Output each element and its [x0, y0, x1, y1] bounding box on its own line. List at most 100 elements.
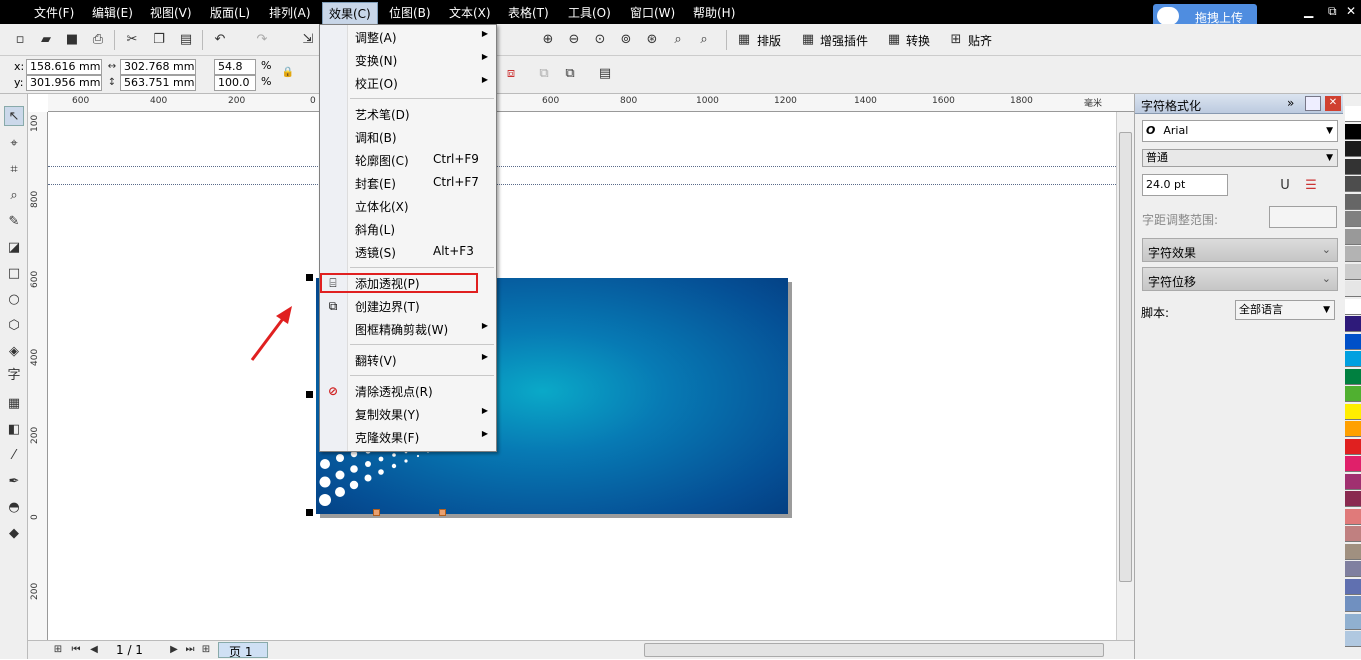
color-swatch[interactable] [1345, 211, 1361, 227]
color-swatch[interactable] [1345, 106, 1361, 122]
color-swatch[interactable] [1345, 316, 1361, 332]
color-swatch[interactable] [1345, 456, 1361, 472]
color-swatch[interactable] [1345, 508, 1361, 525]
selection-handle[interactable] [306, 391, 313, 398]
menu-item-correct[interactable]: 校正(O) ▶ [320, 72, 496, 94]
text-color-icon[interactable]: ☰ [1303, 178, 1319, 194]
color-swatch[interactable] [1345, 281, 1361, 297]
paste-icon[interactable]: ▤ [178, 32, 194, 48]
menu-arrange[interactable]: 排列(A) [269, 4, 311, 21]
ellipse-tool-icon[interactable]: ○ [4, 290, 24, 310]
color-swatch[interactable] [1345, 368, 1361, 385]
scale-width-field[interactable]: 54.8 [214, 59, 256, 75]
height-field[interactable]: 563.751 mm [120, 75, 196, 91]
zoom-height-icon[interactable]: ⌕ [696, 32, 712, 48]
table-tool-icon[interactable]: ▦ [4, 394, 24, 414]
vertical-scrollbar[interactable] [1116, 112, 1134, 640]
font-size-field[interactable]: 24.0 pt [1142, 174, 1228, 196]
color-swatch[interactable] [1345, 473, 1361, 490]
expand-icon[interactable]: » [1287, 96, 1294, 110]
eyedropper-tool-icon[interactable]: ⁄ [4, 446, 24, 466]
zoom-tool-icon[interactable]: ⌕ [4, 186, 24, 206]
color-swatch[interactable] [1345, 543, 1361, 560]
close-docker-icon[interactable]: ✕ [1325, 96, 1341, 111]
cut-icon[interactable]: ✂ [124, 32, 140, 48]
character-effects-section[interactable]: 字符效果 ⌄ [1142, 238, 1338, 262]
menu-item-transform[interactable]: 变换(N) ▶ [320, 49, 496, 71]
menu-edit[interactable]: 编辑(E) [92, 4, 133, 21]
color-swatch[interactable] [1345, 158, 1361, 175]
menu-text[interactable]: 文本(X) [449, 4, 491, 21]
new-file-icon[interactable]: ▫ [12, 32, 28, 48]
font-style-dropdown[interactable]: 普通 ▼ [1142, 149, 1338, 167]
undo-icon[interactable]: ↶ [212, 32, 228, 48]
add-page-icon[interactable]: ⊞ [50, 642, 66, 658]
guideline[interactable] [48, 184, 1116, 185]
color-swatch[interactable] [1345, 631, 1361, 647]
zoom-width-icon[interactable]: ⌕ [670, 32, 686, 48]
color-swatch[interactable] [1345, 351, 1361, 367]
menu-view[interactable]: 视图(V) [150, 4, 192, 21]
menu-item-clear-perspective[interactable]: ⊘ 清除透视点(R) [320, 380, 496, 402]
scale-height-field[interactable]: 100.0 [214, 75, 256, 91]
break-apart-icon[interactable]: ⧈ [503, 66, 519, 82]
combine-icon[interactable]: ⧉ [536, 66, 552, 82]
menu-effects[interactable]: 效果(C) [322, 2, 378, 25]
color-swatch[interactable] [1345, 141, 1361, 157]
selection-handle[interactable] [306, 509, 313, 516]
minimize-icon[interactable]: ▁ [1304, 4, 1313, 18]
import-icon[interactable]: ⇲ [300, 32, 316, 48]
color-swatch[interactable] [1345, 298, 1361, 315]
save-icon[interactable]: ■ [64, 32, 80, 48]
selection-handle[interactable] [306, 274, 313, 281]
redo-icon[interactable]: ↷ [254, 32, 270, 48]
menu-item-bevel[interactable]: 斜角(L) [320, 218, 496, 240]
color-swatch[interactable] [1345, 578, 1361, 595]
color-swatch[interactable] [1345, 263, 1361, 280]
smart-fill-icon[interactable]: ◪ [4, 238, 24, 258]
menu-item-extrude[interactable]: 立体化(X) [320, 195, 496, 217]
last-page-icon[interactable]: ⏭ [182, 642, 198, 658]
outline-tool-icon[interactable]: ✒ [4, 472, 24, 492]
menu-item-copy-effect[interactable]: 复制效果(Y) ▶ [320, 403, 496, 425]
menu-item-flip[interactable]: 翻转(V) ▶ [320, 349, 496, 371]
width-field[interactable]: 302.768 mm [120, 59, 196, 75]
interactive-tool-icon[interactable]: ◧ [4, 420, 24, 440]
color-swatch[interactable] [1345, 123, 1361, 140]
zoom-out-icon[interactable]: ⊖ [566, 32, 582, 48]
plugin-button[interactable]: 增强插件 [820, 32, 868, 49]
menu-item-create-boundary[interactable]: ⧉ 创建边界(T) [320, 295, 496, 317]
menu-window[interactable]: 窗口(W) [630, 4, 675, 21]
color-swatch[interactable] [1345, 228, 1361, 245]
restore-icon[interactable]: ⧉ [1328, 4, 1337, 19]
open-folder-icon[interactable]: ▰ [38, 32, 54, 48]
underline-icon[interactable]: U [1277, 178, 1293, 194]
color-swatch[interactable] [1345, 596, 1361, 612]
pick-tool-icon[interactable]: ↖ [4, 106, 24, 126]
menu-help[interactable]: 帮助(H) [693, 4, 735, 21]
x-position-field[interactable]: 158.616 mm [26, 59, 102, 75]
group-icon[interactable]: ⧉ [562, 66, 578, 82]
rectangle-tool-icon[interactable]: □ [4, 264, 24, 284]
zoom-page-icon[interactable]: ⊛ [644, 32, 660, 48]
copy-icon[interactable]: ❐ [151, 32, 167, 48]
zoom-selected-icon[interactable]: ⊙ [592, 32, 608, 48]
prev-page-icon[interactable]: ◀ [86, 642, 102, 658]
first-page-icon[interactable]: ⏮ [68, 642, 84, 658]
shape-tool-icon[interactable]: ⌖ [4, 134, 24, 154]
menu-item-envelope[interactable]: 封套(E) Ctrl+F7 [320, 172, 496, 194]
print-icon[interactable]: ⎙ [90, 32, 106, 48]
color-swatch[interactable] [1345, 246, 1361, 262]
add-page-end-icon[interactable]: ⊞ [198, 642, 214, 658]
text-tool-icon[interactable]: 字 [4, 366, 24, 386]
crop-tool-icon[interactable]: ⌗ [4, 160, 24, 180]
color-swatch[interactable] [1345, 176, 1361, 192]
color-swatch[interactable] [1345, 438, 1361, 455]
minimize-docker-icon[interactable] [1305, 96, 1321, 111]
menu-item-lens[interactable]: 透镜(S) Alt+F3 [320, 241, 496, 263]
zoom-all-icon[interactable]: ⊚ [618, 32, 634, 48]
menu-layout[interactable]: 版面(L) [210, 4, 250, 21]
menu-item-artistic-media[interactable]: 艺术笔(D) [320, 103, 496, 125]
color-swatch[interactable] [1345, 333, 1361, 350]
color-swatch[interactable] [1345, 561, 1361, 577]
